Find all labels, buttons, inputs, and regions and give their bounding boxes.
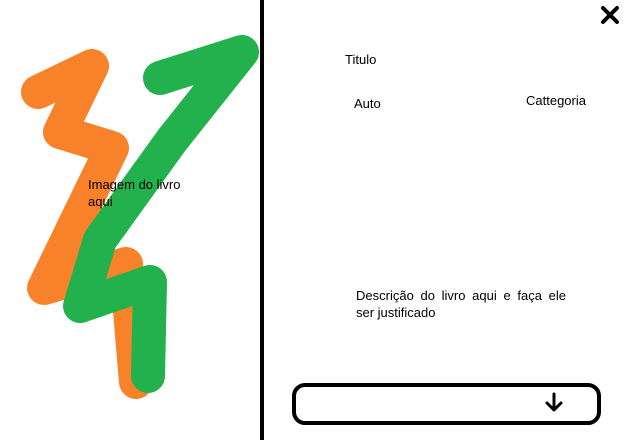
close-button[interactable] (598, 3, 622, 27)
book-image-caption: Imagem do livro aqui (88, 177, 181, 209)
green-scribble (63, 35, 259, 393)
book-image-scribble (21, 35, 259, 399)
book-author: Auto (354, 96, 381, 111)
close-icon (601, 6, 619, 24)
book-title: Titulo (345, 52, 377, 67)
book-category: Cattegoria (526, 93, 586, 108)
expand-bar[interactable] (292, 383, 601, 425)
arrow-down-icon (545, 392, 563, 412)
book-description: Descrição do livro aqui e faça ele ser j… (356, 288, 566, 320)
panel-divider (260, 0, 264, 440)
book-image-placeholder: Imagem do livro aqui (0, 0, 261, 440)
